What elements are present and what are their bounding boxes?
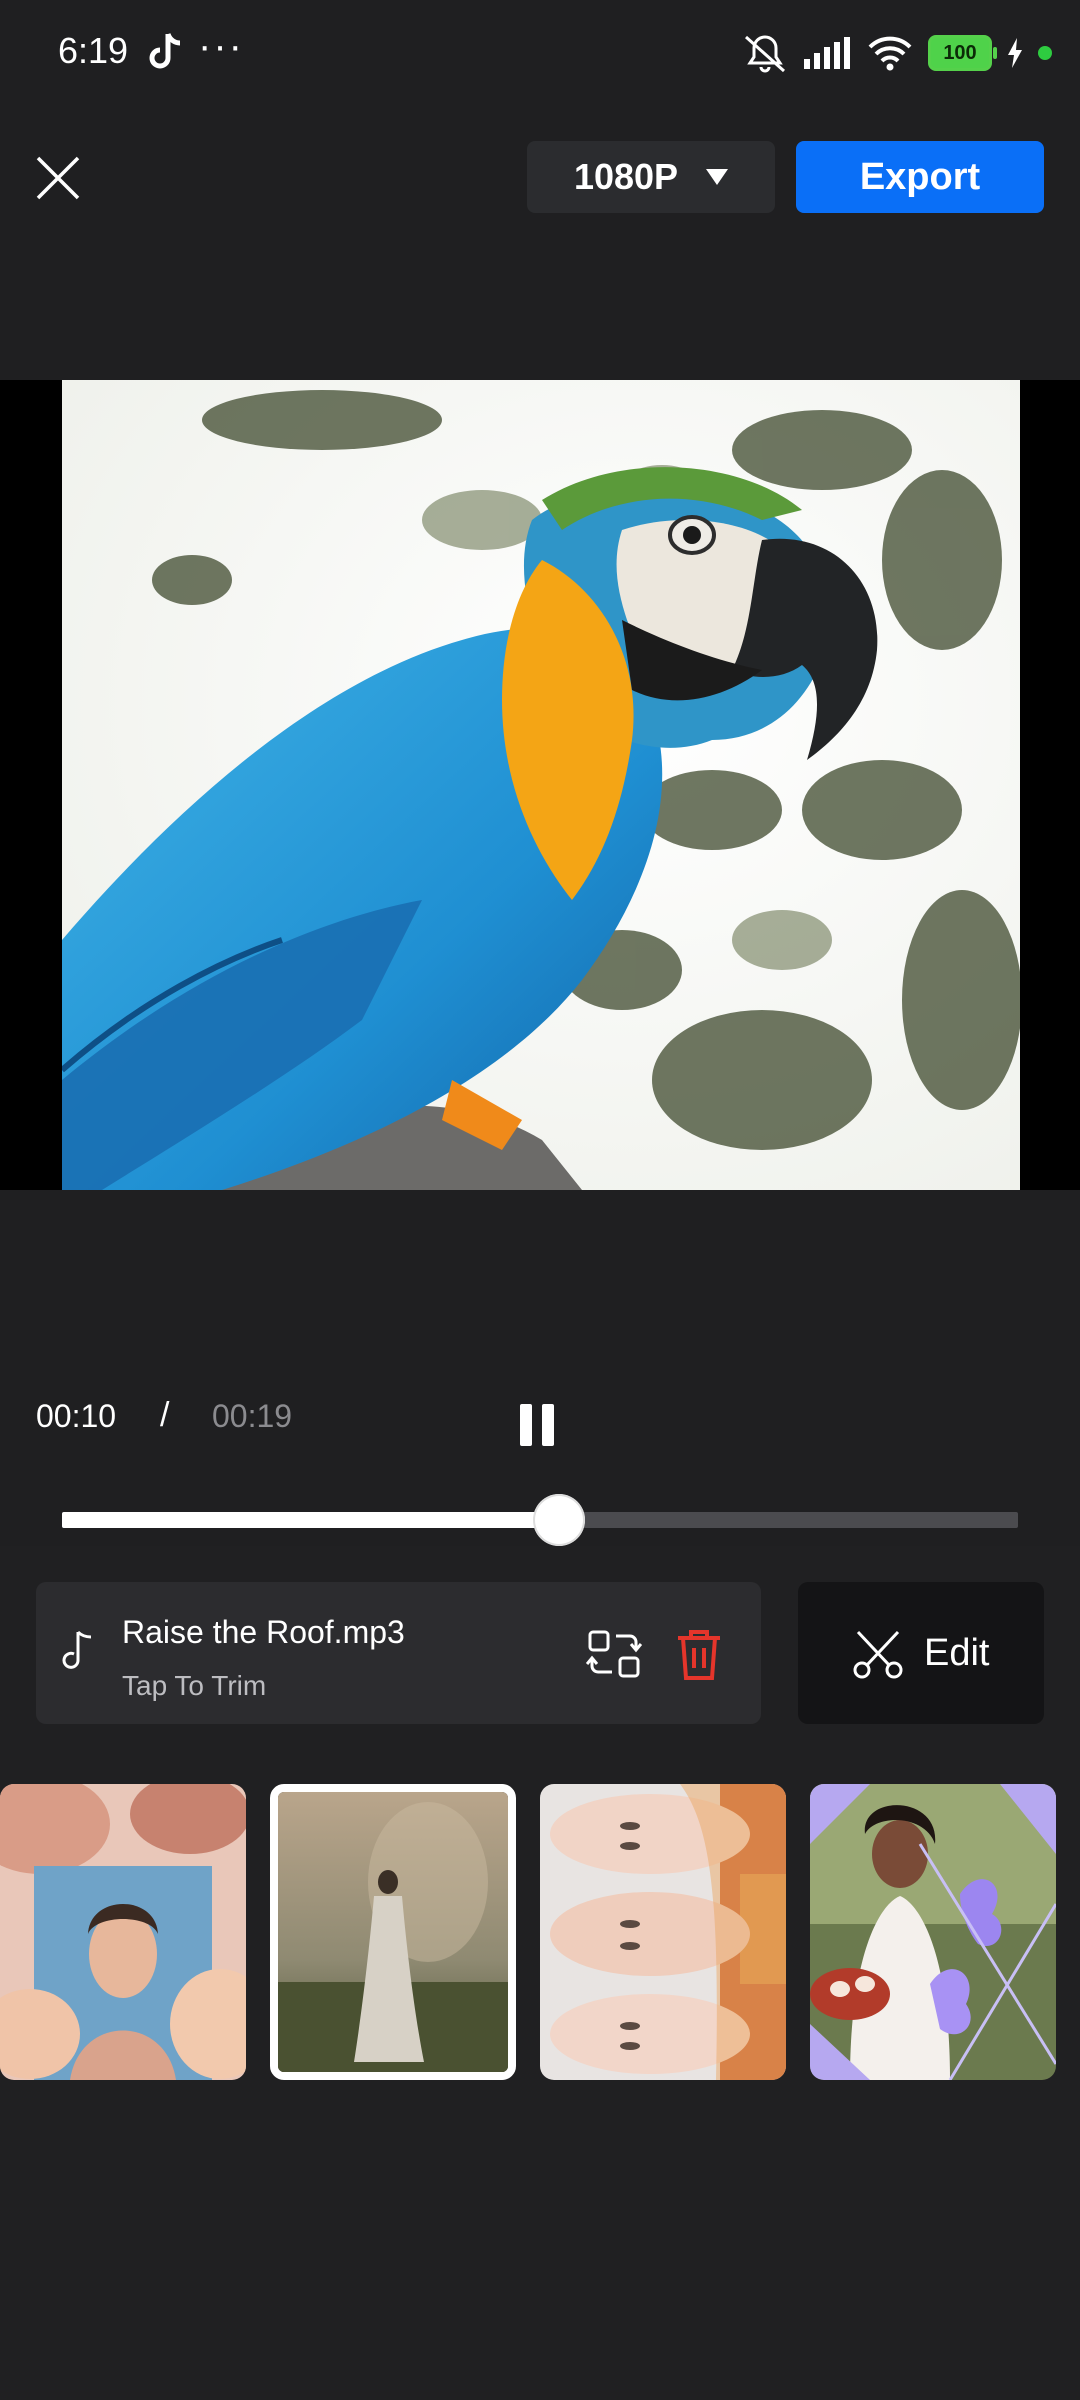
- resolution-dropdown[interactable]: 1080P: [527, 141, 775, 213]
- edit-button[interactable]: [798, 1582, 1044, 1724]
- clip-thumbnail-1[interactable]: [0, 1784, 246, 2080]
- pause-button[interactable]: [520, 1404, 558, 1446]
- bride-butterflies-image: [810, 1784, 1056, 2080]
- caret-down-icon: [706, 169, 729, 185]
- mute-bell-icon: [744, 35, 786, 73]
- pause-bar-right: [542, 1404, 554, 1446]
- current-time: 00:10: [36, 1398, 117, 1434]
- charging-icon: [1008, 38, 1022, 68]
- wifi-icon: [868, 36, 912, 71]
- pause-bar-left: [520, 1404, 532, 1446]
- music-note-icon: [62, 1630, 92, 1669]
- woman-field-image: [278, 1792, 508, 2072]
- music-title: Raise the Roof.mp3: [122, 1614, 405, 1650]
- video-preview[interactable]: [62, 380, 1020, 1190]
- clip-thumbnail-4[interactable]: [810, 1784, 1056, 2080]
- trash-icon[interactable]: [674, 1626, 724, 1682]
- status-icons: 100: [742, 30, 1052, 76]
- replace-music-icon[interactable]: [586, 1626, 642, 1682]
- clip-thumbnail-3[interactable]: [540, 1784, 786, 2080]
- resolution-label: 1080P: [573, 156, 679, 197]
- clip-thumbnail-2[interactable]: [270, 1784, 516, 2080]
- scissors-icon: [853, 1630, 903, 1679]
- close-icon[interactable]: [30, 150, 86, 206]
- tiktok-icon: [149, 33, 181, 69]
- signal-icon: [804, 37, 850, 69]
- status-time: 6:19: [58, 30, 129, 71]
- battery-icon: 100: [928, 35, 997, 71]
- more-notifications-icon: ···: [198, 24, 244, 68]
- woman-flowers-image: [0, 1784, 246, 2080]
- progress-thumb[interactable]: [533, 1494, 585, 1546]
- time-separator: /: [160, 1396, 170, 1434]
- edit-label: Edit: [924, 1632, 990, 1674]
- parrot-image: [62, 380, 1020, 1190]
- tap-to-trim-label[interactable]: Tap To Trim: [122, 1670, 266, 1702]
- music-card[interactable]: [36, 1582, 761, 1724]
- export-button[interactable]: Export: [796, 141, 1044, 213]
- privacy-dot: [1038, 46, 1052, 60]
- progress-fill: [62, 1512, 559, 1528]
- total-time: 00:19: [212, 1398, 293, 1434]
- three-faces-image: [540, 1784, 786, 2080]
